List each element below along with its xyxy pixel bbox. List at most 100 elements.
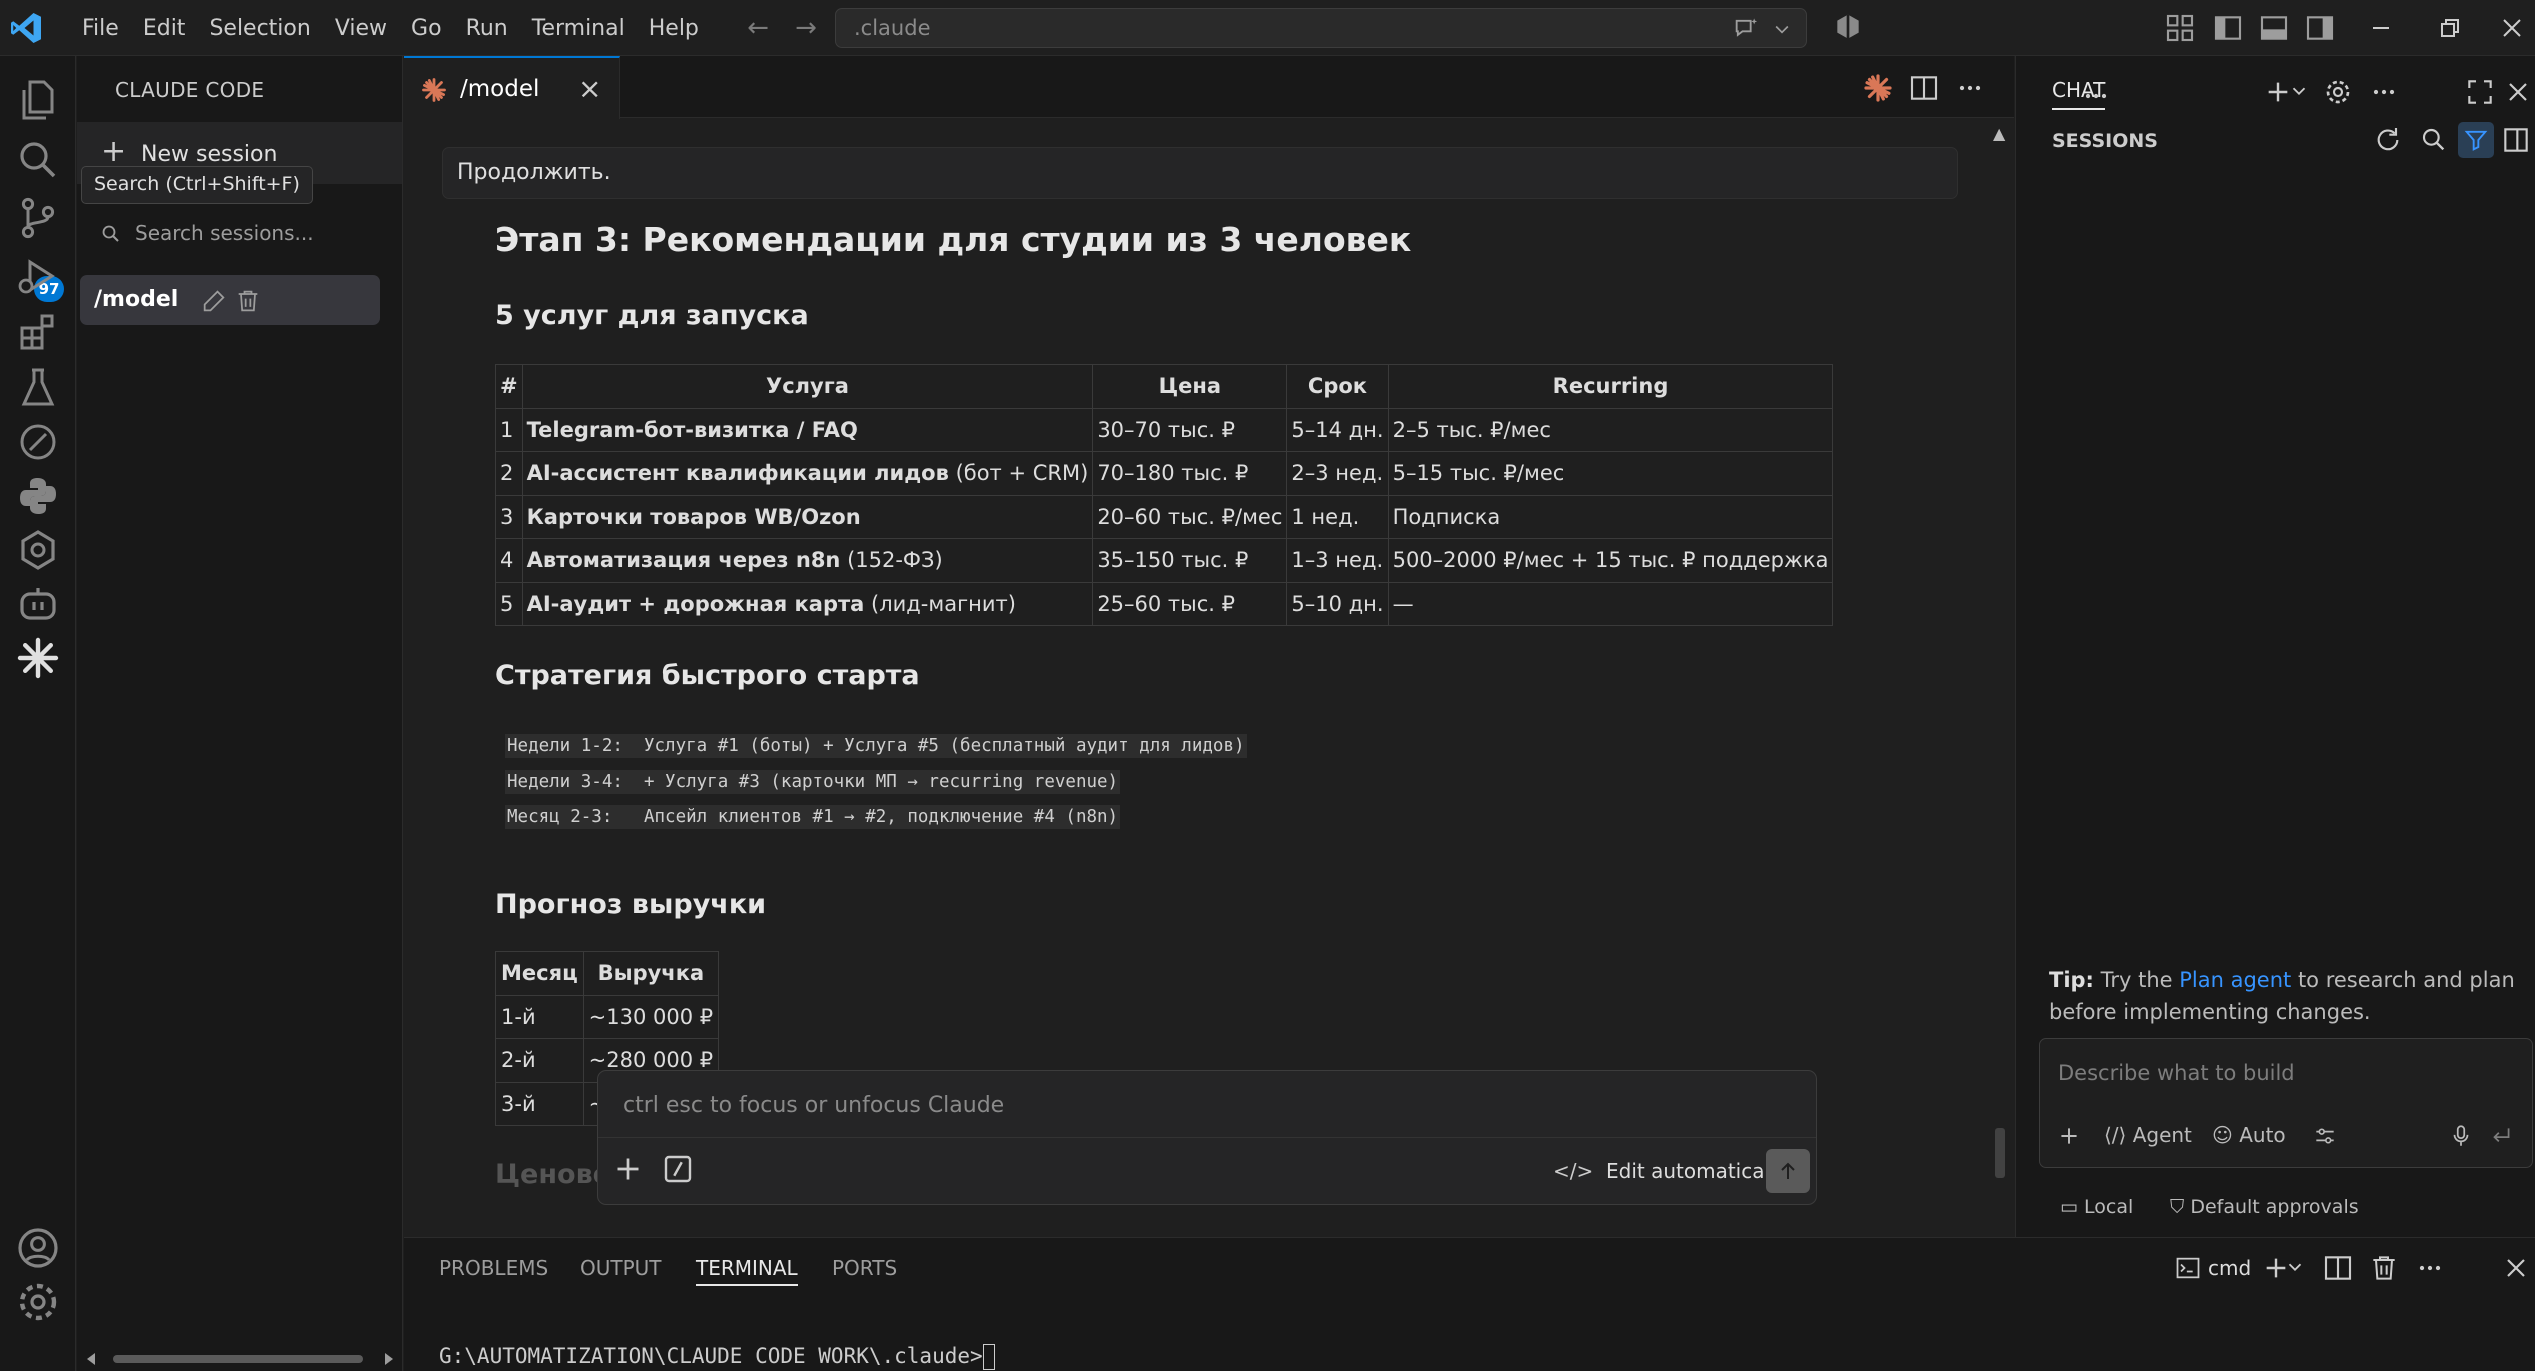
- toggle-panel-icon[interactable]: [2258, 12, 2290, 44]
- python-icon[interactable]: [14, 472, 62, 520]
- testing-flask-icon[interactable]: [14, 364, 62, 412]
- claude-spark-icon[interactable]: [1862, 72, 1894, 104]
- robot-icon: ☺: [2212, 1123, 2233, 1147]
- menu-edit[interactable]: Edit: [131, 16, 198, 41]
- slash-command-icon[interactable]: [660, 1151, 696, 1187]
- edit-mode-toggle[interactable]: </> Edit automatically: [1553, 1159, 1787, 1183]
- filter-icon: [2464, 130, 2488, 151]
- more-actions-icon[interactable]: [2414, 1252, 2446, 1284]
- split-editor-icon[interactable]: [1908, 72, 1940, 104]
- toggle-sidebar-icon[interactable]: [2500, 124, 2532, 156]
- table-row: 1-й ~130 000 ₽: [495, 994, 720, 1039]
- scroll-up-arrow-icon[interactable]: ▲: [1993, 124, 2005, 143]
- refresh-icon[interactable]: [2372, 124, 2404, 156]
- session-list-item[interactable]: /model: [80, 275, 380, 325]
- customize-layout-icon[interactable]: [2164, 12, 2196, 44]
- terminal-icon: [2176, 1257, 2200, 1279]
- delete-trash-icon[interactable]: [234, 287, 262, 315]
- command-center[interactable]: .claude: [835, 8, 1807, 48]
- table-cell: 5–10 дн.: [1286, 581, 1389, 626]
- horizontal-scrollbar[interactable]: [85, 1350, 395, 1368]
- more-actions-icon[interactable]: [2368, 76, 2400, 108]
- microphone-icon[interactable]: [2448, 1123, 2474, 1149]
- copilot-icon[interactable]: [1832, 12, 1864, 44]
- explorer-icon[interactable]: [14, 76, 62, 124]
- settings-gear-icon[interactable]: [2322, 76, 2354, 108]
- tools-sliders-icon[interactable]: [2312, 1123, 2338, 1149]
- source-control-icon[interactable]: [14, 194, 62, 242]
- approvals-button[interactable]: ⛉ Default approvals: [2170, 1196, 2359, 1218]
- forward-arrow-icon[interactable]: →: [790, 12, 822, 44]
- table-cell: Подписка: [1387, 494, 1834, 539]
- openai-icon[interactable]: [14, 526, 62, 574]
- menu-help[interactable]: Help: [637, 16, 711, 41]
- menu-file[interactable]: File: [70, 16, 131, 41]
- chevron-down-icon[interactable]: [2284, 1256, 2306, 1278]
- send-button[interactable]: [1766, 1149, 1810, 1193]
- more-actions-icon[interactable]: [2080, 80, 2112, 112]
- minimize-icon[interactable]: [2365, 12, 2397, 44]
- table-cell: 70–180 тыс. ₽: [1092, 451, 1288, 496]
- table-cell: 2–3 нед.: [1286, 451, 1389, 496]
- rename-pencil-icon[interactable]: [200, 287, 228, 315]
- toggle-secondary-sidebar-icon[interactable]: [2304, 12, 2336, 44]
- send-enter-icon[interactable]: [2488, 1123, 2514, 1149]
- tab-model[interactable]: /model ×: [404, 56, 620, 119]
- run-debug-icon[interactable]: [14, 252, 62, 300]
- toggle-primary-sidebar-icon[interactable]: [2212, 12, 2244, 44]
- terminal-output[interactable]: G:\AUTOMATIZATION\CLAUDE CODE WORK\.clau…: [439, 1344, 995, 1370]
- chevron-down-icon[interactable]: [2288, 80, 2310, 102]
- menu-go[interactable]: Go: [399, 16, 454, 41]
- agent-mode-picker[interactable]: ⟨/⟩ Agent: [2104, 1123, 2192, 1147]
- restore-icon[interactable]: [2434, 12, 2466, 44]
- tab-problems[interactable]: PROBLEMS: [439, 1256, 548, 1280]
- settings-gear-icon[interactable]: [14, 1278, 62, 1326]
- chevron-down-icon[interactable]: [1772, 19, 1792, 39]
- tab-ports[interactable]: PORTS: [832, 1256, 897, 1280]
- close-panel-icon[interactable]: [2500, 1252, 2532, 1284]
- menu-run[interactable]: Run: [454, 16, 520, 41]
- sessions-header: SESSIONS: [2052, 130, 2158, 152]
- accounts-icon[interactable]: [14, 1224, 62, 1272]
- close-window-icon[interactable]: [2496, 12, 2528, 44]
- menu-view[interactable]: View: [323, 16, 399, 41]
- plus-icon: +: [101, 134, 127, 169]
- extensions-icon[interactable]: [14, 308, 62, 356]
- model-picker[interactable]: ☺ Auto: [2212, 1123, 2286, 1147]
- table-header-row: # Услуга Цена Срок Recurring: [495, 364, 1834, 409]
- heading-pricing-partial: Ценово: [495, 1159, 612, 1190]
- close-tab-icon[interactable]: ×: [578, 72, 601, 105]
- tab-terminal[interactable]: TERMINAL: [696, 1256, 798, 1286]
- chat-sparkle-icon[interactable]: [1732, 15, 1760, 43]
- split-terminal-icon[interactable]: [2322, 1252, 2354, 1284]
- tab-output[interactable]: OUTPUT: [580, 1256, 662, 1280]
- copilot-robot-icon[interactable]: [14, 580, 62, 628]
- chat-input[interactable]: Describe what to build ⟨/⟩ Agent ☺ Auto: [2039, 1038, 2533, 1168]
- search-icon[interactable]: [14, 136, 62, 184]
- table-cell: —: [1387, 581, 1834, 626]
- claude-code-icon[interactable]: [14, 634, 62, 682]
- terminal-shell-label[interactable]: cmd: [2208, 1256, 2251, 1280]
- add-attachment-icon[interactable]: [610, 1151, 646, 1187]
- command-center-label: .claude: [854, 16, 931, 40]
- close-icon[interactable]: [2502, 76, 2534, 108]
- maximize-icon[interactable]: [2464, 76, 2496, 108]
- plan-agent-link[interactable]: Plan agent: [2179, 968, 2291, 992]
- search-icon[interactable]: [2418, 124, 2450, 156]
- table-row: 4 Автоматизация через n8n (152-ФЗ) 35–15…: [495, 538, 1834, 583]
- more-actions-icon[interactable]: [1954, 72, 1986, 104]
- back-arrow-icon[interactable]: ←: [742, 12, 774, 44]
- filter-button[interactable]: [2458, 122, 2494, 158]
- claude-prompt-input[interactable]: ctrl esc to focus or unfocus Claude </> …: [597, 1070, 1817, 1205]
- remote-explorer-icon[interactable]: [14, 418, 62, 466]
- claude-code-sidebar: CLAUDE CODE + New session Search (Ctrl+S…: [77, 56, 403, 1371]
- agent-label: Agent: [2132, 1123, 2192, 1147]
- session-search-input[interactable]: Search sessions...: [99, 216, 389, 252]
- local-mode-button[interactable]: ▭ Local: [2060, 1196, 2133, 1218]
- kill-terminal-trash-icon[interactable]: [2368, 1252, 2400, 1284]
- vertical-scrollbar-thumb[interactable]: [1995, 1128, 2005, 1178]
- add-context-icon[interactable]: [2056, 1123, 2082, 1149]
- claude-conversation: Продолжить. Этап 3: Рекомендации для сту…: [404, 119, 2014, 1236]
- menu-terminal[interactable]: Terminal: [520, 16, 637, 41]
- menu-selection[interactable]: Selection: [197, 16, 322, 41]
